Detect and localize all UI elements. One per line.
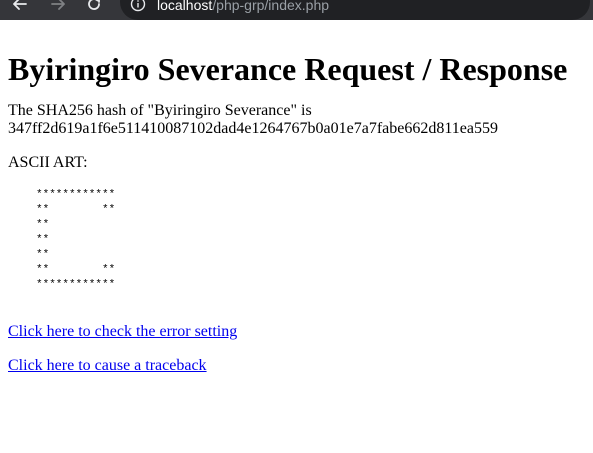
address-bar[interactable]: localhost/php-grp/index.php xyxy=(120,0,590,20)
ascii-line: ************ xyxy=(36,279,116,291)
url-path: /php-grp/index.php xyxy=(212,0,330,13)
url-host: localhost xyxy=(157,0,213,13)
back-arrow-icon[interactable] xyxy=(10,0,30,14)
page-title: Byiringiro Severance Request / Response xyxy=(8,51,568,87)
ascii-art-block: ************ ** ** ** ** ** ** ** ******… xyxy=(36,188,588,293)
ascii-line: ** xyxy=(36,234,50,246)
ascii-line: ************ xyxy=(36,189,116,201)
ascii-art-label: ASCII ART: xyxy=(8,154,88,171)
hash-value: 347ff2d619a1f6e511410087102dad4e1264767b… xyxy=(8,120,498,137)
ascii-line: ** ** xyxy=(36,264,116,276)
ascii-line: ** ** xyxy=(36,204,116,216)
ascii-line: ** xyxy=(36,219,50,231)
page-content: Byiringiro Severance Request / Response … xyxy=(8,21,588,391)
browser-toolbar: localhost/php-grp/index.php xyxy=(0,0,593,20)
site-info-icon[interactable] xyxy=(130,0,146,12)
hash-intro-text: The SHA256 hash of "Byiringiro Severance… xyxy=(8,102,312,119)
forward-arrow-icon[interactable] xyxy=(48,0,68,14)
error-setting-link[interactable]: Click here to check the error setting xyxy=(8,323,237,341)
hash-statement: The SHA256 hash of "Byiringiro Severance… xyxy=(8,102,588,138)
reload-icon[interactable] xyxy=(84,0,104,14)
ascii-line: ** xyxy=(36,249,50,261)
traceback-link[interactable]: Click here to cause a traceback xyxy=(8,357,207,375)
link-row-error-setting: Click here to check the error setting xyxy=(8,323,588,341)
link-row-traceback: Click here to cause a traceback xyxy=(8,357,588,375)
url-text[interactable]: localhost/php-grp/index.php xyxy=(157,0,329,13)
